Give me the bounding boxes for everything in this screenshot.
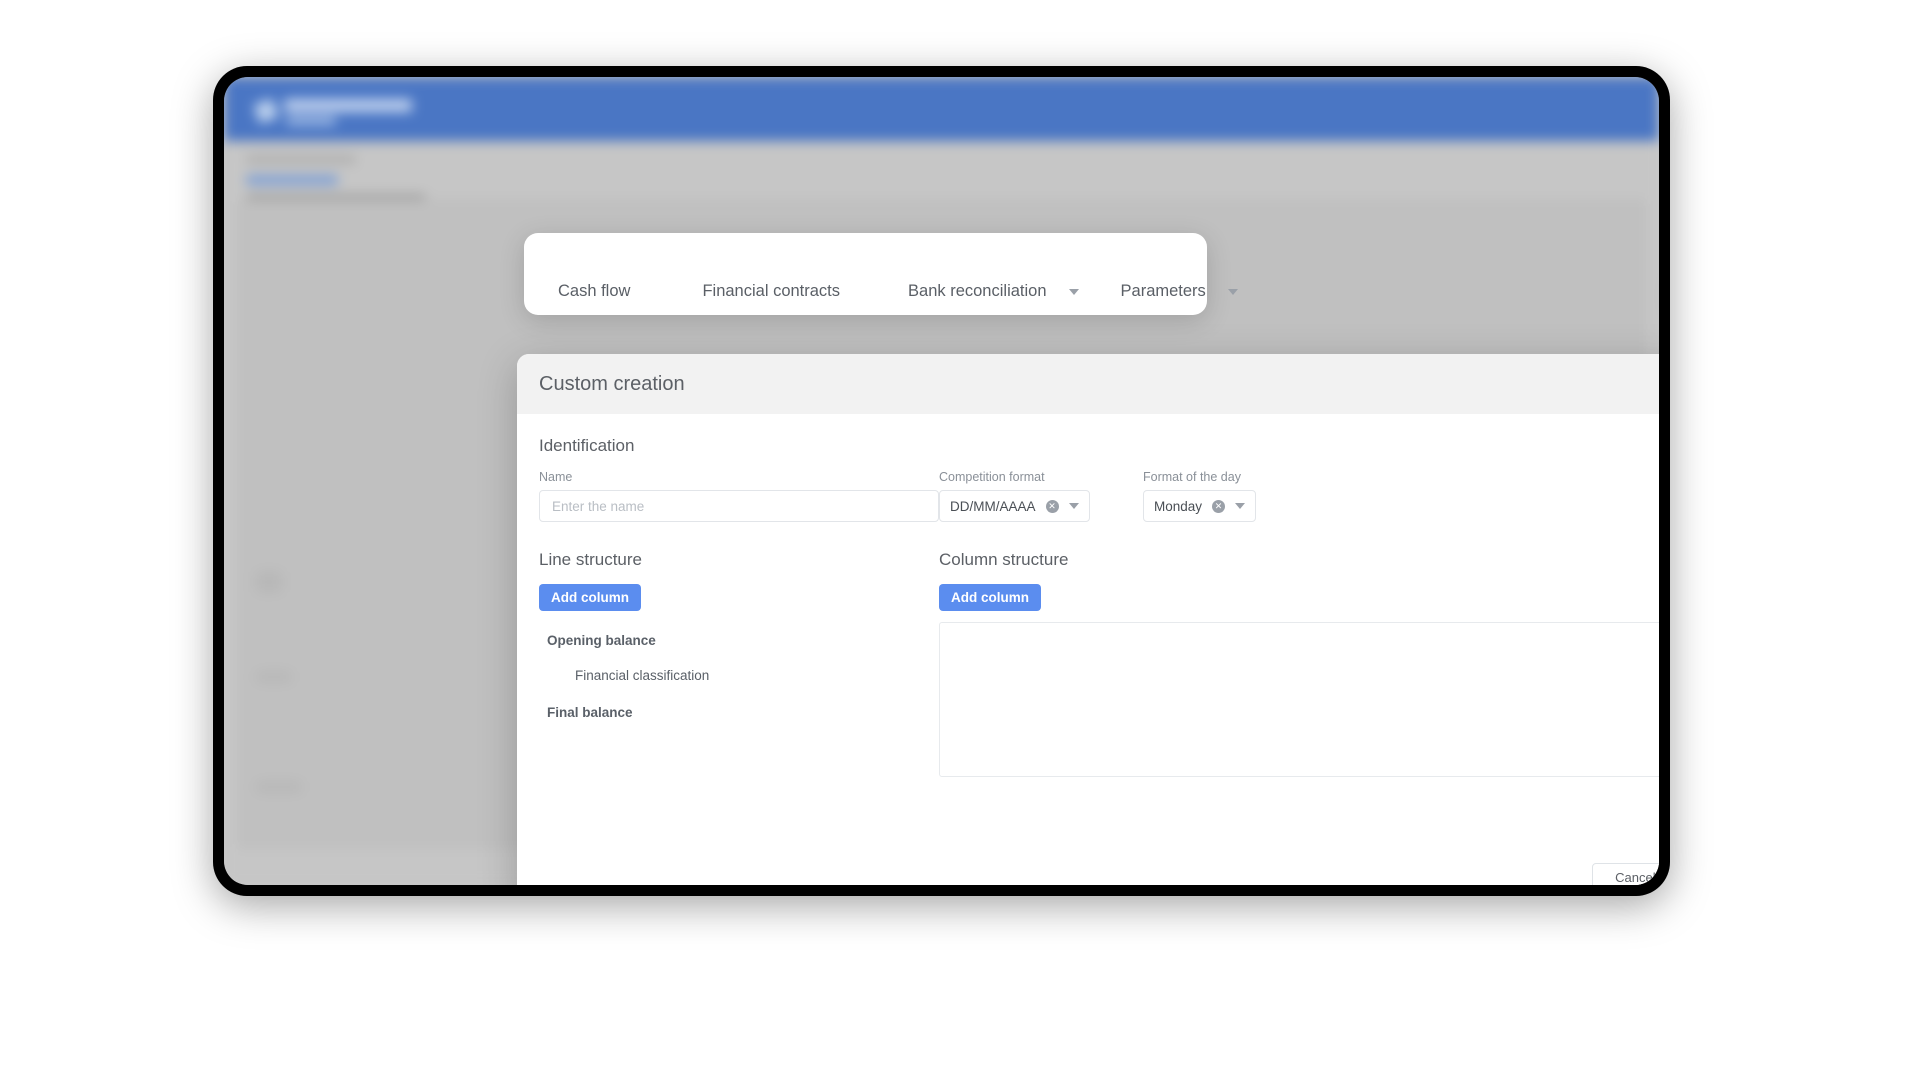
line-structure-panel: Line structure Add column Opening balanc… [539, 550, 924, 720]
chevron-down-icon[interactable] [1235, 503, 1246, 509]
cancel-button[interactable]: Cancel [1592, 863, 1659, 885]
background-topbar [224, 77, 1659, 141]
logo-icon [253, 98, 279, 124]
column-structure-canvas[interactable] [939, 622, 1659, 777]
logo-subtitle [286, 117, 336, 125]
identification-fields-row: Name Competition format DD/MM/AAAA ✕ For… [539, 470, 1659, 536]
nav-item-label: Parameters [1120, 282, 1206, 300]
tree-node-final-balance[interactable]: Final balance [539, 705, 924, 720]
nav-item-cash-flow[interactable]: Cash flow [558, 282, 630, 301]
tree-node-opening-balance[interactable]: Opening balance [539, 633, 924, 648]
name-input[interactable] [539, 490, 939, 522]
identification-section-title: Identification [539, 436, 635, 455]
background-row [256, 571, 282, 593]
modal-body: Identification Name Competition format D… [517, 414, 1659, 885]
modal-header: Custom creation [517, 354, 1659, 414]
logo-text [284, 99, 412, 112]
device-screen: Cash flow Financial contracts Bank recon… [224, 77, 1659, 885]
format-of-the-day-select[interactable]: Monday ✕ [1143, 490, 1257, 522]
background-row [256, 671, 292, 683]
breadcrumb [246, 155, 356, 164]
background-row [256, 781, 302, 793]
competition-format-label: Competition format [939, 470, 1045, 484]
name-field-group: Name [539, 470, 939, 522]
line-structure-add-column-button[interactable]: Add column [539, 584, 641, 611]
nav-item-financial-contracts[interactable]: Financial contracts [702, 282, 840, 301]
column-structure-panel: Column structure Add column − + [939, 550, 1659, 777]
modal-title: Custom creation [539, 372, 685, 395]
nav-item-label: Cash flow [558, 282, 631, 300]
nav-item-label: Bank reconciliation [908, 282, 1047, 300]
tree-node-financial-classification[interactable]: Financial classification [539, 668, 924, 683]
clear-icon[interactable]: ✕ [1212, 499, 1226, 513]
modal-footer: Cancel Save [1592, 863, 1659, 885]
line-structure-section-title: Line structure [539, 550, 642, 569]
chevron-down-icon [1068, 288, 1079, 295]
nav-item-label: Financial contracts [702, 282, 841, 300]
chevron-down-icon [1227, 288, 1238, 295]
nav-item-parameters[interactable]: Parameters [1121, 282, 1238, 301]
format-of-the-day-label: Format of the day [1143, 470, 1241, 484]
clear-icon[interactable]: ✕ [1045, 499, 1059, 513]
column-structure-header: Add column − + [939, 584, 1659, 611]
chevron-down-icon[interactable] [1068, 503, 1079, 509]
competition-format-select[interactable]: DD/MM/AAAA ✕ [939, 490, 1090, 522]
nav-popover: Cash flow Financial contracts Bank recon… [524, 233, 1238, 315]
name-field-label: Name [539, 470, 573, 484]
device-frame: Cash flow Financial contracts Bank recon… [213, 66, 1670, 896]
nav-item-bank-reconciliation[interactable]: Bank reconciliation [908, 282, 1079, 301]
column-structure-add-column-button[interactable]: Add column [939, 584, 1041, 611]
column-structure-section-title: Column structure [939, 550, 1069, 569]
competition-format-value: DD/MM/AAAA [950, 498, 1036, 514]
background-link [246, 175, 338, 185]
format-of-the-day-field-group: Format of the day Monday ✕ [1143, 470, 1257, 522]
competition-format-field-group: Competition format DD/MM/AAAA ✕ [939, 470, 1090, 522]
format-of-the-day-value: Monday [1154, 498, 1203, 514]
custom-creation-modal: Custom creation Identification Name Comp… [517, 354, 1659, 885]
